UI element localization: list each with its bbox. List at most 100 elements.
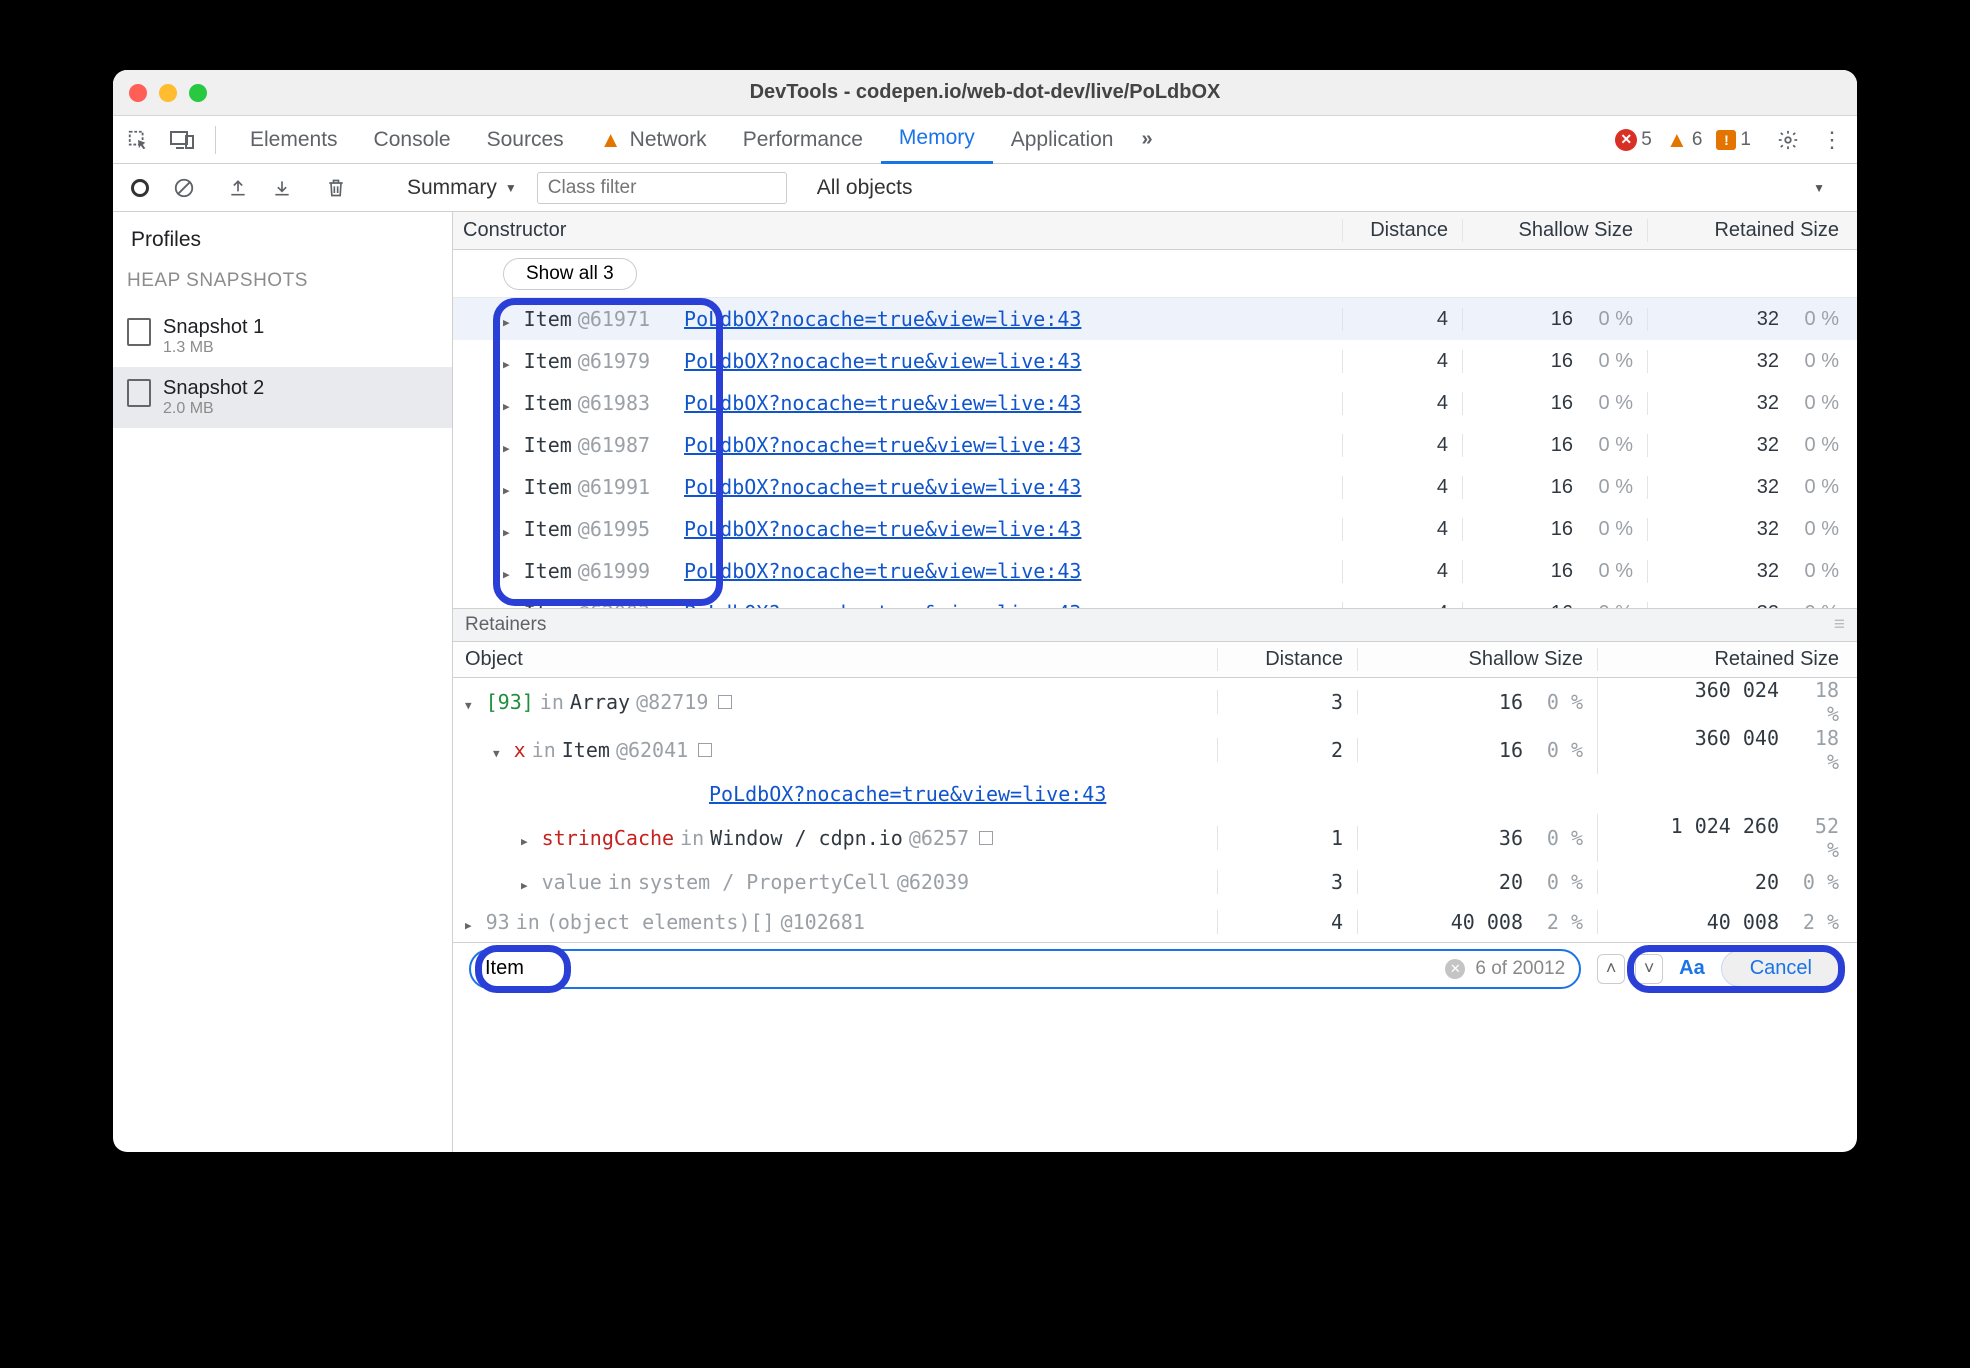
heap-row[interactable]: Item @61971 PoLdbOX?nocache=true&view=li… — [453, 298, 1857, 340]
retainer-row[interactable]: stringCache in Window / cdpn.io @6257 1 … — [453, 814, 1857, 862]
status-group: ✕5 ▲6 !1 — [1615, 129, 1751, 151]
heap-row[interactable]: Item @61979 PoLdbOX?nocache=true&view=li… — [453, 340, 1857, 382]
source-link[interactable]: PoLdbOX?nocache=true&view=live:43 — [709, 782, 1106, 806]
tab-console[interactable]: Console — [356, 116, 469, 164]
retainer-row[interactable]: PoLdbOX?nocache=true&view=live:43 — [453, 774, 1857, 814]
drag-handle-icon[interactable]: ≡ — [1834, 614, 1845, 636]
tab-memory[interactable]: Memory — [881, 116, 993, 164]
class-filter-input[interactable] — [537, 172, 787, 204]
expand-icon[interactable] — [493, 738, 508, 762]
rcol-distance[interactable]: Distance — [1217, 648, 1357, 671]
cancel-button[interactable]: Cancel — [1721, 950, 1841, 987]
inspect-element-icon[interactable] — [121, 123, 155, 157]
rcol-shallow[interactable]: Shallow Size — [1357, 648, 1597, 671]
heap-row[interactable]: Item @61987 PoLdbOX?nocache=true&view=li… — [453, 424, 1857, 466]
expand-icon[interactable] — [503, 433, 518, 457]
chevron-down-icon: ▼ — [1813, 181, 1825, 195]
panel-tabbar: ElementsConsoleSources▲NetworkPerformanc… — [113, 116, 1857, 164]
show-all-button[interactable]: Show all 3 — [503, 258, 637, 290]
expand-icon[interactable] — [503, 601, 518, 608]
expand-icon[interactable] — [503, 559, 518, 583]
clear-icon[interactable] — [167, 171, 201, 205]
settings-gear-icon[interactable] — [1771, 123, 1805, 157]
search-next-button[interactable]: ˅ — [1635, 954, 1663, 984]
snapshot-size: 1.3 MB — [163, 339, 264, 357]
expand-icon[interactable] — [503, 517, 518, 541]
profiles-sidebar: Profiles HEAP SNAPSHOTS Snapshot 1 1.3 M… — [113, 212, 453, 1152]
kebab-menu-icon[interactable]: ⋮ — [1815, 123, 1849, 157]
expand-icon[interactable] — [521, 870, 536, 894]
snapshot-name: Snapshot 2 — [163, 377, 264, 400]
import-icon[interactable] — [265, 171, 299, 205]
expand-icon[interactable] — [465, 910, 480, 934]
main-pane: Constructor Distance Shallow Size Retain… — [453, 212, 1857, 1152]
show-all-row: Show all 3 — [453, 250, 1857, 298]
expand-icon[interactable] — [503, 307, 518, 331]
expand-icon[interactable] — [503, 349, 518, 373]
export-icon[interactable] — [221, 171, 255, 205]
object-link-icon[interactable] — [718, 695, 732, 709]
retainers-header: Retainers ≡ — [453, 608, 1857, 642]
source-link[interactable]: PoLdbOX?nocache=true&view=live:43 — [684, 391, 1081, 415]
summary-dropdown[interactable]: Summary▼ — [397, 176, 527, 200]
source-link[interactable]: PoLdbOX?nocache=true&view=live:43 — [684, 307, 1081, 331]
issues-count[interactable]: !1 — [1716, 129, 1751, 151]
match-case-button[interactable]: Aa — [1679, 957, 1705, 980]
rcol-object[interactable]: Object — [453, 648, 1217, 671]
warnings-count[interactable]: ▲6 — [1666, 129, 1703, 151]
titlebar: DevTools - codepen.io/web-dot-dev/live/P… — [113, 70, 1857, 116]
device-toolbar-icon[interactable] — [165, 123, 199, 157]
source-link[interactable]: PoLdbOX?nocache=true&view=live:43 — [684, 517, 1081, 541]
source-link[interactable]: PoLdbOX?nocache=true&view=live:43 — [684, 349, 1081, 373]
more-tabs-icon[interactable]: » — [1141, 128, 1152, 151]
retainer-row[interactable]: x in Item @62041 2 160 % 360 04018 % — [453, 726, 1857, 774]
col-constructor[interactable]: Constructor — [453, 219, 1342, 242]
heap-row[interactable]: Item @62003 PoLdbOX?nocache=true&view=li… — [453, 592, 1857, 608]
view-dropdown[interactable]: ▼ — [1803, 181, 1835, 195]
retainer-row[interactable]: [93] in Array @82719 3 160 % 360 02418 % — [453, 678, 1857, 726]
record-icon[interactable] — [123, 171, 157, 205]
expand-icon[interactable] — [465, 690, 480, 714]
search-bar: ✕ 6 of 20012 ˄ ˅ Aa Cancel — [453, 942, 1857, 994]
rcol-retained[interactable]: Retained Size — [1597, 648, 1857, 671]
snapshot-icon — [127, 318, 151, 346]
tab-application[interactable]: Application — [993, 116, 1132, 164]
clear-search-icon[interactable]: ✕ — [1445, 959, 1465, 979]
retainer-row[interactable]: 93 in (object elements)[] @102681 4 40 0… — [453, 902, 1857, 942]
window-title: DevTools - codepen.io/web-dot-dev/live/P… — [113, 81, 1857, 104]
snapshot-icon — [127, 379, 151, 407]
source-link[interactable]: PoLdbOX?nocache=true&view=live:43 — [684, 559, 1081, 583]
col-distance[interactable]: Distance — [1342, 219, 1462, 242]
expand-icon[interactable] — [521, 826, 536, 850]
snapshot-item[interactable]: Snapshot 1 1.3 MB — [113, 306, 452, 367]
scope-dropdown[interactable]: All objects — [807, 176, 923, 200]
source-link[interactable]: PoLdbOX?nocache=true&view=live:43 — [684, 601, 1081, 608]
heap-row[interactable]: Item @61991 PoLdbOX?nocache=true&view=li… — [453, 466, 1857, 508]
tab-network[interactable]: ▲Network — [582, 116, 725, 164]
retainer-row[interactable]: value in system / PropertyCell @62039 3 … — [453, 862, 1857, 902]
object-link-icon[interactable] — [979, 831, 993, 845]
source-link[interactable]: PoLdbOX?nocache=true&view=live:43 — [684, 475, 1081, 499]
heap-row[interactable]: Item @61983 PoLdbOX?nocache=true&view=li… — [453, 382, 1857, 424]
search-prev-button[interactable]: ˄ — [1597, 954, 1625, 984]
expand-icon[interactable] — [503, 391, 518, 415]
col-retained-size[interactable]: Retained Size — [1647, 219, 1857, 242]
snapshot-item[interactable]: Snapshot 2 2.0 MB — [113, 367, 452, 428]
search-input[interactable] — [485, 957, 1435, 980]
heap-row[interactable]: Item @61995 PoLdbOX?nocache=true&view=li… — [453, 508, 1857, 550]
search-count: 6 of 20012 — [1475, 958, 1565, 980]
heap-row[interactable]: Item @61999 PoLdbOX?nocache=true&view=li… — [453, 550, 1857, 592]
source-link[interactable]: PoLdbOX?nocache=true&view=live:43 — [684, 433, 1081, 457]
tabs-host: ElementsConsoleSources▲NetworkPerformanc… — [232, 116, 1131, 164]
trash-icon[interactable] — [319, 171, 353, 205]
retainers-table-header: Object Distance Shallow Size Retained Si… — [453, 642, 1857, 678]
expand-icon[interactable] — [503, 475, 518, 499]
tab-elements[interactable]: Elements — [232, 116, 356, 164]
object-link-icon[interactable] — [698, 743, 712, 757]
heap-scroll[interactable]: Item @61971 PoLdbOX?nocache=true&view=li… — [453, 298, 1857, 608]
tab-sources[interactable]: Sources — [469, 116, 582, 164]
chevron-down-icon: ▼ — [505, 181, 517, 195]
errors-count[interactable]: ✕5 — [1615, 129, 1652, 151]
tab-performance[interactable]: Performance — [725, 116, 881, 164]
col-shallow-size[interactable]: Shallow Size — [1462, 219, 1647, 242]
